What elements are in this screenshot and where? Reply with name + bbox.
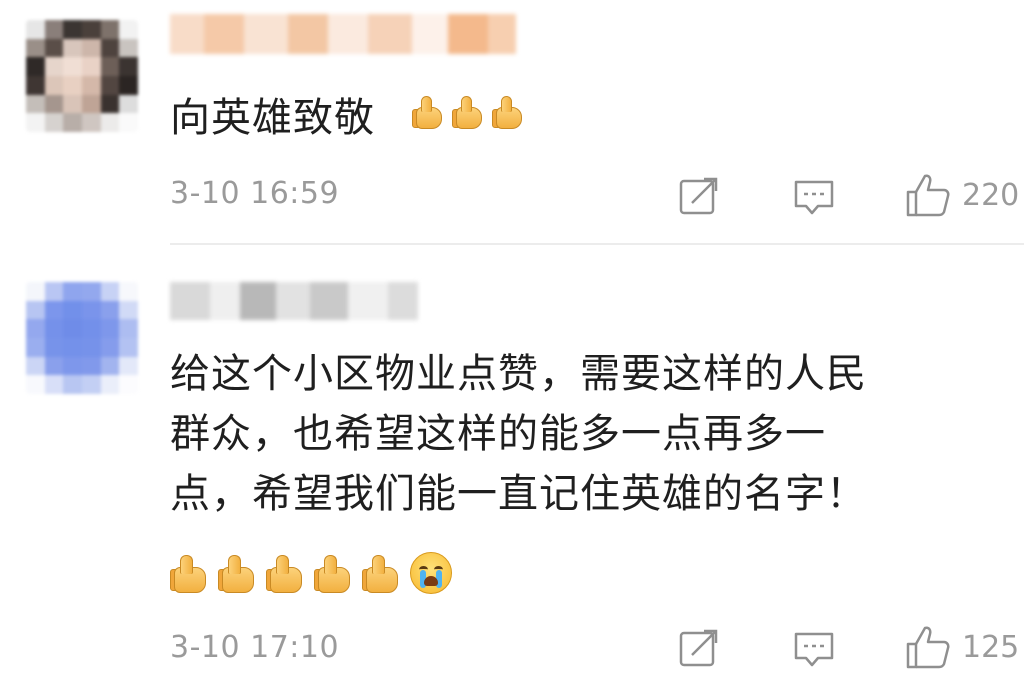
like-button[interactable]: 125 bbox=[904, 624, 1019, 670]
comment-icon bbox=[794, 180, 834, 215]
thumbs-up-icon bbox=[170, 553, 210, 593]
share-icon bbox=[679, 629, 718, 667]
thumbs-up-icon bbox=[492, 95, 526, 129]
emoji-row bbox=[170, 552, 452, 594]
like-icon bbox=[906, 626, 950, 669]
thumbs-up-icon bbox=[218, 553, 258, 593]
share-button[interactable] bbox=[678, 628, 720, 668]
crying-face-icon bbox=[410, 552, 452, 594]
divider bbox=[170, 243, 1024, 245]
thumbs-up-icon bbox=[314, 553, 354, 593]
username[interactable] bbox=[170, 282, 418, 320]
emoji-row bbox=[412, 95, 526, 129]
reply-button[interactable] bbox=[792, 630, 836, 670]
like-button[interactable]: 220 bbox=[904, 172, 1019, 218]
comment-timestamp: 3-10 16:59 bbox=[170, 176, 340, 211]
comment-thread: 向英雄致敬 3-10 16:59 220 给这个小区物业点赞，需要这样的人民 群… bbox=[0, 0, 1024, 691]
thumbs-up-icon bbox=[362, 553, 402, 593]
like-count: 125 bbox=[962, 629, 1020, 665]
comment-timestamp: 3-10 17:10 bbox=[170, 630, 340, 665]
username[interactable] bbox=[170, 14, 516, 54]
share-button[interactable] bbox=[678, 176, 720, 216]
thumbs-up-icon bbox=[452, 95, 486, 129]
like-icon bbox=[906, 174, 950, 217]
comment-text: 向英雄致敬 bbox=[170, 95, 375, 141]
comment-text: 给这个小区物业点赞，需要这样的人民 群众，也希望这样的能多一点再多一 点，希望我… bbox=[170, 351, 867, 517]
avatar[interactable] bbox=[26, 20, 138, 132]
comment-icon bbox=[794, 632, 834, 667]
share-icon bbox=[679, 177, 718, 215]
thumbs-up-icon bbox=[266, 553, 306, 593]
thumbs-up-icon bbox=[412, 95, 446, 129]
avatar[interactable] bbox=[26, 282, 138, 394]
reply-button[interactable] bbox=[792, 178, 836, 218]
like-count: 220 bbox=[962, 177, 1020, 213]
